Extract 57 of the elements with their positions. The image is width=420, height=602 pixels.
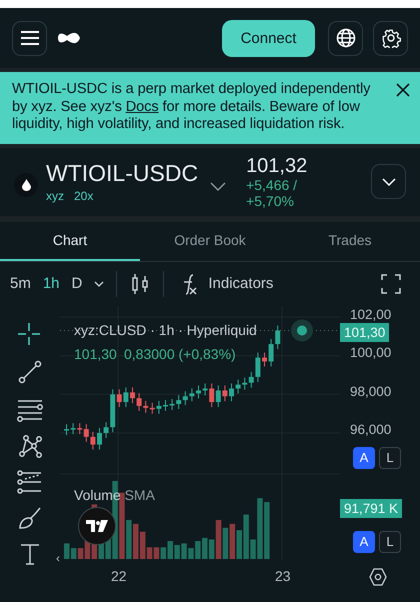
globe-icon[interactable]: [328, 20, 363, 56]
legend-change: 0,83000 (+0,83%): [124, 346, 236, 362]
market-price: 101,32: [246, 154, 308, 176]
candle: [229, 382, 234, 402]
price-tick: 98,000: [350, 384, 392, 399]
menu-button[interactable]: [12, 20, 47, 56]
connect-button[interactable]: Connect: [222, 20, 315, 56]
interval-option[interactable]: D: [72, 275, 82, 292]
candle: [196, 384, 201, 398]
last-price-label: 101,30: [340, 323, 390, 342]
deployer-label: xyz: [46, 189, 64, 203]
scale-mode-button[interactable]: L: [379, 530, 401, 552]
scale-mode-button[interactable]: A: [353, 446, 375, 468]
volume-value-label: 91,791 K: [340, 498, 402, 518]
docs-link[interactable]: Docs: [126, 98, 159, 114]
pattern-icon[interactable]: [18, 434, 42, 458]
volume-label: Volume SMA: [74, 486, 155, 502]
chevron-down-icon[interactable]: [94, 280, 104, 286]
tab[interactable]: Trades: [280, 222, 420, 260]
price-tick: 96,000: [350, 422, 392, 438]
date-tick: 22: [111, 568, 127, 584]
candle: [130, 386, 135, 404]
interval-option[interactable]: 5m: [10, 275, 31, 292]
candle: [163, 398, 168, 411]
brush-icon[interactable]: [18, 506, 42, 530]
leverage-label: 20x: [74, 189, 94, 203]
crosshair-icon[interactable]: [17, 322, 43, 348]
text-icon[interactable]: [18, 542, 42, 566]
trend-line-icon[interactable]: [18, 360, 42, 384]
interval-option[interactable]: 1h: [42, 275, 60, 292]
oil-drop-icon: [14, 172, 38, 196]
chevron-down-icon[interactable]: [210, 182, 226, 191]
menu-icon: [20, 31, 38, 45]
fib-levels-icon[interactable]: [17, 470, 43, 494]
fullscreen-icon[interactable]: [380, 272, 402, 294]
date-tick: 23: [275, 568, 291, 584]
candle: [64, 423, 69, 436]
scale-mode-button[interactable]: A: [353, 530, 375, 552]
indicators-button[interactable]: Indicators: [208, 275, 274, 292]
legend-price: 101,30: [74, 346, 117, 362]
price-tick: 102,00: [350, 306, 392, 322]
dropdown-button[interactable]: [371, 164, 406, 199]
tab[interactable]: Order Book: [140, 222, 280, 260]
warning-message: WTIOIL-USDC is a perp market deployed independently by xyz. See xyz's Docs for more details. Beware of low liquidity, high volatility, and increased liquidation risk.: [12, 81, 372, 134]
market-symbol[interactable]: WTIOIL-USDC: [46, 160, 198, 186]
logo-icon[interactable]: [57, 30, 81, 46]
candle: [262, 352, 267, 366]
price-tick: 100,00: [350, 345, 392, 360]
close-icon[interactable]: [396, 83, 410, 97]
chart-legend-title: xyz:CLUSD · 1h · Hyperliquid: [74, 322, 257, 338]
collapse-toggle[interactable]: ‹: [56, 550, 60, 564]
scale-mode-button[interactable]: L: [379, 446, 401, 468]
price-change: +5,466 / +5,70%: [246, 176, 298, 208]
live-price-dot: [291, 319, 313, 341]
settings-icon[interactable]: [373, 20, 408, 56]
chevron-down-icon: [382, 178, 396, 186]
candle: [97, 426, 102, 450]
